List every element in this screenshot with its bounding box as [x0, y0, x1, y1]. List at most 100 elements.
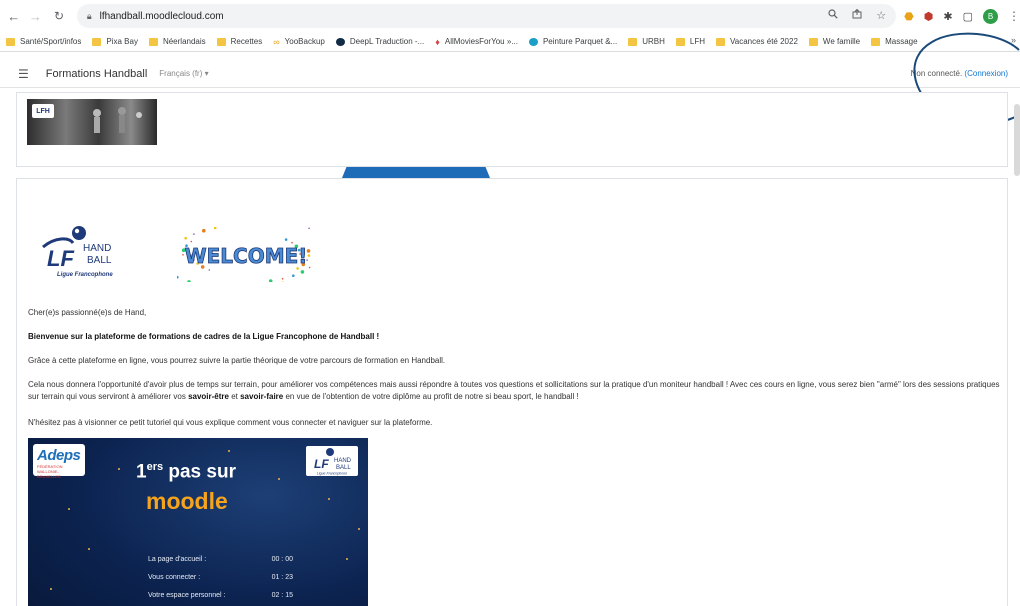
greeting-text: Cher(e)s passionné(e)s de Hand, [28, 308, 147, 317]
chapter-label: La page d'accueil : [148, 556, 207, 563]
confetti-dot [308, 227, 310, 230]
bookmark-item[interactable]: Pixa Bay [92, 37, 138, 46]
bookmark-item[interactable]: ♦ AllMoviesForYou »... [435, 37, 518, 47]
bookmark-item[interactable]: URBH [628, 37, 665, 46]
bookmark-item[interactable]: Vacances été 2022 [716, 37, 798, 46]
confetti-dot [208, 269, 211, 271]
bookmark-label: Pixa Bay [106, 37, 138, 46]
lf-handball-small-logo: LF HAND BALL Ligue Francophone [306, 446, 358, 476]
language-selector[interactable]: Français (fr) ▾ [159, 69, 208, 78]
confetti-dot [193, 233, 195, 235]
bookmark-label: Santé/Sport/infos [20, 37, 82, 46]
bookmark-label: URBH [642, 37, 665, 46]
confetti-dot [177, 275, 179, 279]
lock-icon[interactable]: 🔒︎ [87, 11, 92, 22]
bookmark-item[interactable]: We famille [808, 37, 861, 46]
chapter-time: 00 : 00 [271, 556, 293, 563]
folder-icon [6, 37, 15, 46]
sparkle-dot [228, 450, 230, 452]
decorative-banner-edge [342, 167, 490, 178]
body-bold-savoir-etre: savoir-être [188, 392, 229, 401]
adeps-logo: Adeps FÉDÉRATION WALLONIE-BRUXELLES [33, 444, 85, 479]
small-logo-hand-text: HAND [334, 458, 352, 464]
bookmark-label: LFH [689, 37, 705, 46]
welcome-badge: WELCOME! [177, 227, 311, 282]
folder-icon [148, 37, 158, 46]
star-bookmark-icon[interactable]: ☆ [876, 9, 886, 22]
bookmark-label: AllMoviesForYou »... [444, 37, 518, 46]
bookmark-item[interactable]: ∞ YooBackup [273, 37, 325, 47]
moodle-brand-text: moodle [146, 488, 228, 514]
scrollbar-thumb[interactable] [1014, 104, 1020, 176]
video-chapter-row: Votre espace personnel : 02 : 15 [148, 592, 293, 599]
bookmark-label: Vacances été 2022 [730, 37, 798, 46]
confetti-dot [187, 280, 191, 282]
small-logo-ball-text: BALL [336, 465, 351, 471]
bookmark-label: Recettes [230, 37, 263, 46]
handball-players-photo [93, 107, 142, 133]
video-title-rest: pas sur [163, 461, 236, 483]
intro-text: Grâce à cette plateforme en ligne, vous … [28, 356, 446, 365]
confetti-dot [268, 279, 273, 282]
forward-arrow-icon[interactable]: → [28, 8, 44, 24]
sparkle-dot [278, 478, 280, 480]
video-title-number: 1 [136, 461, 147, 483]
logo-hand-text: HAND [83, 243, 111, 254]
bookmark-label: DeepL Traduction -... [349, 37, 425, 46]
bookmark-item[interactable]: Néerlandais [148, 37, 206, 46]
confetti-dot [182, 254, 184, 256]
bookmark-item[interactable]: DeepL Traduction -... [335, 37, 425, 46]
confetti-dot [284, 238, 288, 241]
sparkle-dot [328, 498, 330, 500]
adeps-subtitle: FÉDÉRATION WALLONIE-BRUXELLES [37, 464, 63, 479]
folder-icon [675, 37, 685, 46]
bookmark-item[interactable]: LFH [675, 37, 705, 46]
chapter-time: 01 : 23 [271, 574, 293, 581]
video-chapter-row: La page d'accueil : 00 : 00 [148, 556, 293, 563]
folder-icon [808, 37, 818, 46]
confetti-dot [281, 278, 284, 280]
sparkle-dot [346, 558, 348, 560]
header-card: LFH [16, 92, 1008, 167]
chapter-label: Vous connecter : [148, 574, 201, 581]
url-text[interactable]: lfhandball.moodlecloud.com [100, 11, 224, 22]
browser-toolbar: ← → ↻ 🔒︎ lfhandball.moodlecloud.com ☆ ⬣ … [0, 0, 1020, 32]
confetti-dot [213, 227, 217, 230]
sparkle-dot [50, 588, 52, 590]
bookmark-label: YooBackup [284, 37, 325, 46]
site-title[interactable]: Formations Handball [46, 68, 148, 80]
tutorial-video-thumbnail[interactable]: Adeps FÉDÉRATION WALLONIE-BRUXELLES LF H… [28, 438, 368, 606]
folder-icon [628, 37, 638, 46]
sparkle-dot [358, 528, 360, 530]
lf-handball-logo: LF HAND BALL Ligue Francophone [42, 226, 113, 278]
confetti-dot [300, 270, 305, 274]
body-text-part: et [228, 392, 241, 401]
share-icon[interactable] [852, 8, 862, 22]
folder-icon [871, 37, 881, 46]
movie-icon: ♦ [435, 36, 440, 47]
logo-ball-text: BALL [87, 255, 112, 266]
address-bar[interactable]: 🔒︎ lfhandball.moodlecloud.com ☆ [76, 4, 897, 28]
sparkle-dot [118, 468, 120, 470]
bookmark-item[interactable]: Santé/Sport/infos [6, 37, 81, 46]
banner-image: LFH [27, 99, 157, 145]
bookmark-item[interactable]: Peinture Parquet &... [528, 37, 618, 46]
video-chapter-row: Vous connecter : 01 : 23 [148, 574, 293, 581]
zoom-icon[interactable] [828, 9, 838, 22]
back-arrow-icon[interactable]: ← [6, 8, 22, 24]
bookmark-label: We famille [822, 37, 861, 46]
main-content-card: LF HAND BALL Ligue Francophone WELCOME! … [16, 178, 1008, 606]
folder-icon [716, 37, 725, 46]
adeps-word: Adeps [37, 447, 81, 464]
hamburger-menu-icon[interactable]: ☰ [18, 67, 29, 81]
bookmark-item[interactable]: Recettes [216, 37, 263, 46]
bookmarks-bar: Santé/Sport/infos Pixa Bay Néerlandais Rece… [0, 32, 1020, 52]
tutorial-text: N'hésitez pas à visionner ce petit tutor… [28, 418, 433, 427]
confetti-dot [281, 281, 284, 282]
confetti-dot [292, 274, 295, 277]
bookmark-label: Peinture Parquet &... [542, 37, 618, 46]
sparkle-dot [68, 508, 70, 510]
confetti-dot [184, 236, 187, 240]
reload-icon[interactable]: ↻ [51, 8, 67, 24]
chapter-time: 02 : 15 [271, 592, 293, 599]
